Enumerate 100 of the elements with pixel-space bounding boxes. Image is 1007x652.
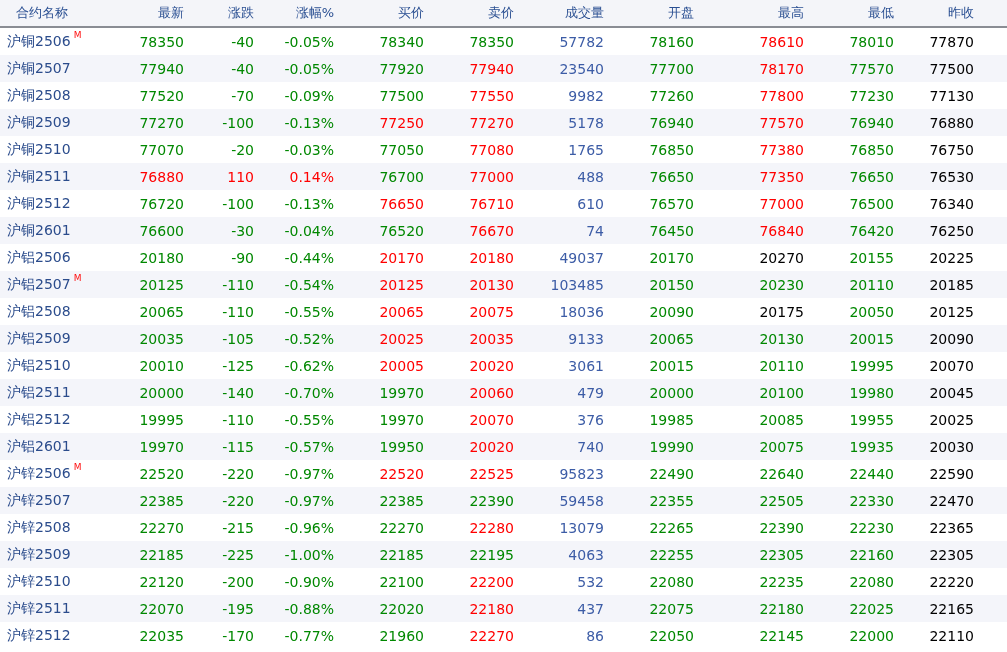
table-cell: -40 [231,60,254,77]
table-cell: 77000 [469,168,514,185]
table-cell: -220 [222,465,254,482]
table-cell: 77800 [759,87,804,104]
quote-row[interactable]: 沪锌2507 22385 -220 -0.97% 22385 22390 59458 22355 22505 22330 22470 [0,487,1007,514]
table-cell: 19995 [139,411,184,428]
contract-name: 沪锌2507 [7,491,71,510]
table-cell: 76650 [849,168,894,185]
table-cell: 77230 [849,87,894,104]
column-header[interactable]: 最高 [778,4,804,22]
table-cell: 20170 [379,249,424,266]
table-cell: 20085 [759,411,804,428]
table-cell: 77130 [929,87,974,104]
table-cell: 22185 [139,546,184,563]
table-cell: 76840 [759,222,804,239]
table-cell: 532 [577,573,604,590]
table-cell: 20125 [929,303,974,320]
table-cell: 22385 [139,492,184,509]
table-cell: 95823 [559,465,604,482]
table-cell: 20020 [469,357,514,374]
table-cell: 20270 [759,249,804,266]
table-cell: -90 [231,249,254,266]
table-cell: 22280 [469,519,514,536]
table-cell: 22080 [649,573,694,590]
table-cell: 74 [586,222,604,239]
column-header[interactable]: 最新 [158,4,184,22]
contract-name: 沪锌2512 [7,626,71,645]
table-cell: 22145 [759,627,804,644]
table-cell: 20045 [929,384,974,401]
quote-row[interactable]: 沪铝2601 19970 -115 -0.57% 19950 20020 740 19990 20075 19935 20030 [0,433,1007,460]
table-cell: 22220 [929,573,974,590]
table-cell: 22525 [469,465,514,482]
table-cell: 21960 [379,627,424,644]
table-cell: 76650 [649,168,694,185]
table-cell: 77870 [929,33,974,50]
table-cell: 20150 [649,276,694,293]
quote-row[interactable]: 沪铝2511 20000 -140 -0.70% 19970 20060 479 20000 20100 19980 20045 [0,379,1007,406]
table-cell: 20070 [929,357,974,374]
table-cell: 20155 [849,249,894,266]
table-cell: 76250 [929,222,974,239]
column-header[interactable]: 买价 [398,4,424,22]
quote-row[interactable]: 沪铝2509 20035 -105 -0.52% 20025 20035 9133 20065 20130 20015 20090 [0,325,1007,352]
table-cell: 20130 [759,330,804,347]
table-cell: -30 [231,222,254,239]
table-cell: 22265 [649,519,694,536]
table-cell: 20030 [929,438,974,455]
table-cell: 19970 [379,384,424,401]
table-cell: 23540 [559,60,604,77]
contract-name: 沪铝2508 [7,302,71,321]
table-cell: 20035 [469,330,514,347]
table-cell: 22505 [759,492,804,509]
table-cell: 22470 [929,492,974,509]
table-cell: 77260 [649,87,694,104]
table-cell: 20170 [649,249,694,266]
column-header[interactable]: 成交量 [565,4,604,22]
main-contract-mark: M [73,462,82,472]
table-cell: 20065 [649,330,694,347]
main-contract-mark: M [73,30,82,40]
table-cell: -200 [222,573,254,590]
table-cell: 20100 [759,384,804,401]
table-cell: 77550 [469,87,514,104]
table-cell: 5178 [568,114,604,131]
table-cell: 57782 [559,33,604,50]
table-cell: -0.05% [284,33,334,50]
column-header[interactable]: 卖价 [488,4,514,22]
table-cell: 22255 [649,546,694,563]
table-cell: 20090 [649,303,694,320]
column-header[interactable]: 涨跌 [228,4,254,22]
table-cell: -0.97% [284,492,334,509]
column-header[interactable]: 开盘 [668,4,694,22]
quote-row[interactable]: 沪铝2507 M 20125 -110 -0.54% 20125 20130 103485 20150 20230 20110 20185 [0,271,1007,298]
table-cell: -1.00% [284,546,334,563]
column-header[interactable]: 合约名称 [0,4,68,22]
table-cell: 20010 [139,357,184,374]
table-cell: 20065 [139,303,184,320]
quote-row[interactable]: 沪锌2511 22070 -195 -0.88% 22020 22180 437 22075 22180 22025 22165 [0,595,1007,622]
quote-row[interactable]: 沪铜2601 76600 -30 -0.04% 76520 76670 74 76450 76840 76420 76250 [0,217,1007,244]
quote-row[interactable]: 沪铜2511 76880 110 0.14% 76700 77000 488 76650 77350 76650 76530 [0,163,1007,190]
table-cell: 77500 [929,60,974,77]
column-header[interactable]: 最低 [868,4,894,22]
table-cell: -40 [231,33,254,50]
table-cell: 20050 [849,303,894,320]
table-cell: 20015 [849,330,894,347]
table-cell: -0.62% [284,357,334,374]
table-cell: 22520 [139,465,184,482]
table-cell: -0.09% [284,87,334,104]
table-cell: 78010 [849,33,894,50]
contract-name: 沪铝2509 [7,329,71,348]
quote-row[interactable]: 沪铜2507 77940 -40 -0.05% 77920 77940 23540 77700 78170 77570 77500 [0,55,1007,82]
column-header[interactable]: 涨幅% [295,4,334,22]
table-cell: 20180 [139,249,184,266]
table-cell: 76570 [649,195,694,212]
column-header[interactable]: 昨收 [948,4,974,22]
table-cell: 78160 [649,33,694,50]
table-cell: 22235 [759,573,804,590]
table-cell: 22640 [759,465,804,482]
quote-row[interactable]: 沪铜2509 77270 -100 -0.13% 77250 77270 5178 76940 77570 76940 76880 [0,109,1007,136]
table-cell: 76650 [379,195,424,212]
quote-row[interactable]: 沪锌2509 22185 -225 -1.00% 22185 22195 4063 22255 22305 22160 22305 [0,541,1007,568]
table-cell: -110 [222,303,254,320]
